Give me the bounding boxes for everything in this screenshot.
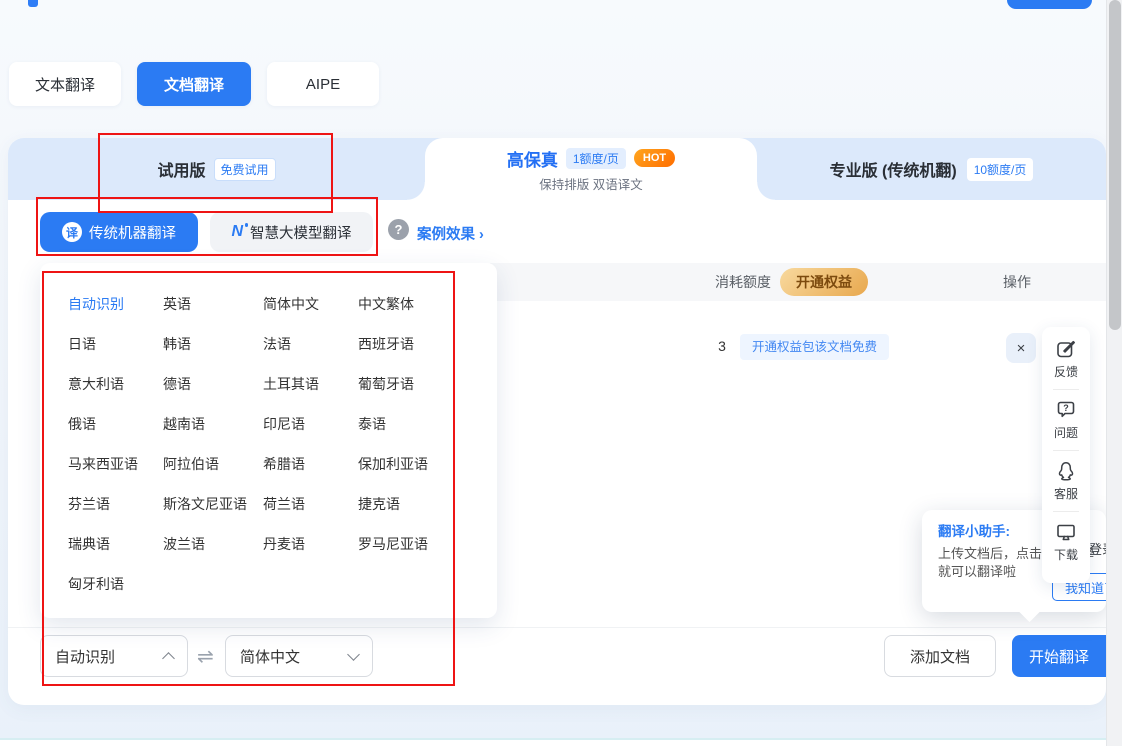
translate-icon: 译 [62,222,82,242]
pro-price-badge: 10额度/页 [967,158,1034,181]
trial-free-badge: 免费试用 [214,158,276,181]
chevron-up-icon [162,652,175,665]
language-option[interactable]: 日语 [68,324,163,364]
language-option[interactable]: 法语 [263,324,358,364]
trial-title: 试用版 [157,157,205,181]
language-option[interactable]: 西班牙语 [358,324,479,364]
toolbar-divider [1053,389,1079,390]
language-option[interactable]: 斯洛文尼亚语 [163,484,263,524]
language-option[interactable]: 越南语 [163,404,263,444]
top-right-button-fragment[interactable] [1007,0,1092,9]
plan-tab-pro[interactable]: 专业版 (传统机翻) 10额度/页 [757,138,1106,200]
source-language-value: 自动识别 [55,646,115,667]
document-translation-page: 文本翻译 文档翻译 AIPE 试用版 免费试用 高保真 1额度/页 HOT 保持… [0,0,1122,746]
target-language-value: 简体中文 [240,646,300,667]
source-language-select[interactable]: 自动识别 [40,635,188,677]
language-dropdown-panel: 自动识别 英语 简体中文 中文繁体 日语 韩语 法语 西班牙语 意大利语 德语 … [40,263,497,618]
table-header: 消耗额度 开通权益 操作 [490,263,1106,301]
toolbar-divider [1053,450,1079,451]
language-option[interactable]: 简体中文 [263,284,358,324]
language-option[interactable]: 马来西亚语 [68,444,163,484]
customer-service-label: 客服 [1054,485,1078,502]
toolbar-divider [1053,511,1079,512]
hifi-title: 高保真 [507,146,558,171]
language-option[interactable]: 阿拉伯语 [163,444,263,484]
feedback-button[interactable]: 反馈 [1054,338,1078,380]
tab-text-translation[interactable]: 文本翻译 [9,62,121,106]
target-language-select[interactable]: 简体中文 [225,635,373,677]
question-button[interactable]: ? 问题 [1054,399,1078,441]
question-label: 问题 [1054,424,1078,441]
chevron-down-icon [347,648,360,661]
logo-fragment [28,0,38,7]
side-toolbar: 反馈 ? 问题 客服 [1042,327,1090,583]
toggle-traditional-label: 传统机器翻译 [89,222,176,243]
language-option[interactable]: 韩语 [163,324,263,364]
header-action: 操作 [1003,263,1031,301]
hifi-price-badge: 1额度/页 [566,148,626,169]
vertical-scrollbar[interactable] [1106,0,1122,746]
pro-title: 专业版 (传统机翻) [830,157,957,181]
tab-document-translation[interactable]: 文档翻译 [137,62,251,106]
plan-tab-trial[interactable]: 试用版 免费试用 [8,138,425,200]
download-button[interactable]: 下载 [1054,521,1078,563]
feedback-label: 反馈 [1054,363,1078,380]
customer-service-button[interactable]: 客服 [1054,460,1078,502]
language-option[interactable]: 泰语 [358,404,479,444]
language-option[interactable]: 葡萄牙语 [358,364,479,404]
language-option[interactable]: 英语 [163,284,263,324]
language-option[interactable]: 希腊语 [263,444,358,484]
language-option[interactable]: 印尼语 [263,404,358,444]
remove-document-button[interactable]: × [1006,333,1036,363]
svg-text:?: ? [1063,403,1069,413]
question-bubble-icon: ? [1055,399,1077,421]
language-option[interactable]: 意大利语 [68,364,163,404]
language-option[interactable]: 土耳其语 [263,364,358,404]
start-translation-button[interactable]: 开始翻译 [1012,635,1106,677]
toggle-llm-label: 智慧大模型翻译 [250,222,352,243]
toggle-traditional-mt[interactable]: 译 传统机器翻译 [40,212,198,252]
language-option[interactable]: 中文繁体 [358,284,479,324]
language-option[interactable]: 丹麦语 [263,524,358,564]
scrollbar-thumb[interactable] [1109,0,1121,330]
hifi-subtitle: 保持排版 双语译文 [539,174,642,193]
row-benefit-note[interactable]: 开通权益包该文档免费 [740,334,889,360]
language-option[interactable]: 荷兰语 [263,484,358,524]
language-option[interactable]: 波兰语 [163,524,263,564]
case-examples-link[interactable]: 案例效果 › [417,223,484,244]
header-quota: 消耗额度 [715,263,771,301]
download-label: 下载 [1054,546,1078,563]
swap-languages-icon[interactable]: ⇌ [197,644,214,669]
footer-band [0,738,1122,746]
language-option[interactable]: 瑞典语 [68,524,163,564]
tooltip-text-line2: 就可以翻译啦 [938,561,1016,580]
tab-aipe[interactable]: AIPE [267,62,379,106]
plan-tab-hifi-active[interactable]: 高保真 1额度/页 HOT 保持排版 双语译文 [425,138,757,200]
add-document-button[interactable]: 添加文档 [884,635,996,677]
language-option[interactable]: 芬兰语 [68,484,163,524]
edit-icon [1055,338,1077,360]
language-option[interactable]: 德语 [163,364,263,404]
row-quota-value: 3 [710,338,734,354]
hot-badge: HOT [634,149,675,167]
language-option[interactable]: 自动识别 [68,284,163,324]
language-option[interactable]: 保加利亚语 [358,444,479,484]
penguin-service-icon [1055,460,1077,482]
tooltip-title: 翻译小助手: [938,520,1010,540]
llm-sparkle-icon: N [231,224,243,240]
language-option[interactable]: 俄语 [68,404,163,444]
toggle-llm-mt[interactable]: N 智慧大模型翻译 [210,212,373,252]
help-icon[interactable]: ? [388,219,409,240]
language-option[interactable]: 匈牙利语 [68,564,163,604]
action-row-divider [8,627,1106,628]
language-option[interactable]: 捷克语 [358,484,479,524]
language-option[interactable]: 罗马尼亚语 [358,524,479,564]
activate-benefits-button[interactable]: 开通权益 [780,268,868,296]
monitor-download-icon [1055,521,1077,543]
